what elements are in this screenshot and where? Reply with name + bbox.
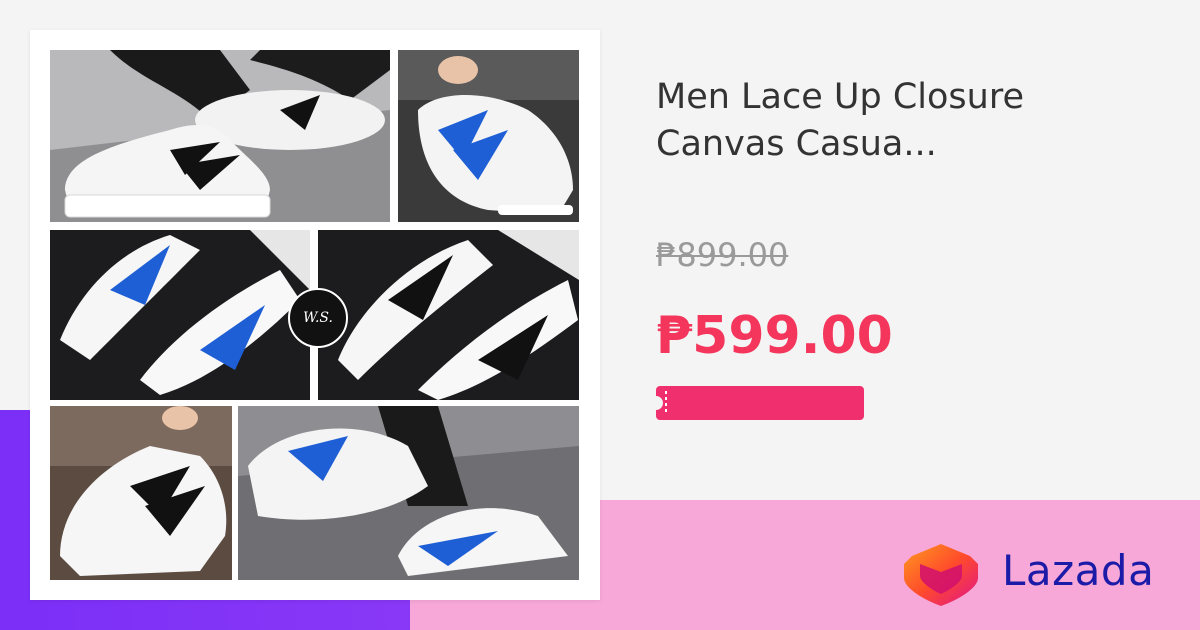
product-photo-blue-pair-top	[50, 230, 310, 400]
product-title-line-1: Men Lace Up Closure	[656, 77, 1024, 117]
voucher-ticket-icon	[656, 386, 864, 420]
product-photo-blue-stripe-hand	[398, 50, 579, 222]
product-title-line-2: Canvas Casua...	[656, 124, 937, 164]
product-photo-blue-stripe-walking	[238, 406, 579, 580]
voucher-tag[interactable]	[656, 386, 864, 420]
lazada-brand[interactable]: Lazada	[898, 534, 1154, 606]
lazada-heart-logo-icon	[904, 544, 978, 606]
product-photo-black-stripe-street	[50, 50, 390, 222]
product-title[interactable]: Men Lace Up Closure Canvas Casua...	[656, 74, 1136, 168]
lazada-brand-name: Lazada	[1002, 545, 1155, 595]
product-photo-black-pair-top	[318, 230, 579, 400]
brand-badge: W.S.	[288, 288, 348, 348]
brand-badge-text: W.S.	[303, 310, 333, 326]
original-price: ₱899.00	[656, 236, 789, 274]
product-photo-black-stripe-held	[50, 406, 232, 580]
sale-price: ₱599.00	[656, 306, 893, 366]
product-image-collage[interactable]: W.S.	[30, 30, 600, 600]
